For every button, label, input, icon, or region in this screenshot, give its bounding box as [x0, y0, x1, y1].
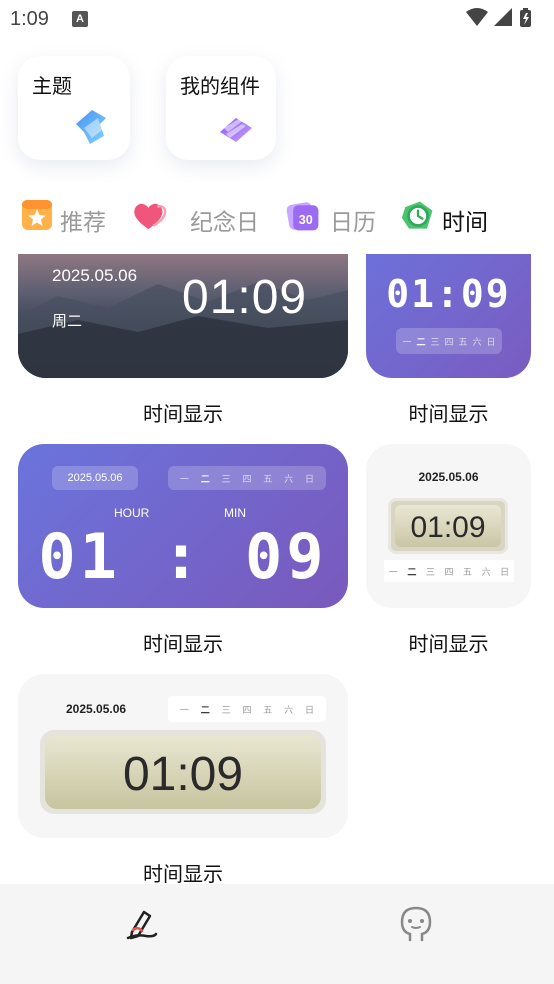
widget-caption: 时间显示 — [408, 632, 489, 656]
my-widgets-card-label: 我的组件 — [180, 74, 260, 98]
weekday-label: 三 — [221, 705, 231, 716]
weekday-label: 四 — [242, 705, 252, 716]
widget-caption: 时间显示 — [143, 862, 223, 884]
my-widgets-card[interactable]: 我的组件 — [166, 56, 276, 160]
widget-time: 01:09 — [182, 271, 308, 324]
category-tab-calendar[interactable]: 30 日历 — [286, 198, 380, 238]
weekday-label: 二 — [200, 474, 210, 485]
weekday-label: 五 — [263, 705, 273, 716]
widget-date: 2025.05.06 — [52, 466, 138, 490]
calendar-icon-number: 30 — [299, 213, 313, 227]
weekday-label: 六 — [472, 337, 482, 348]
widget-date: 2025.05.06 — [418, 470, 479, 484]
category-tab-time[interactable]: 时间 — [400, 198, 494, 238]
clock-icon — [401, 201, 433, 229]
status-bar: 1:09 A — [0, 0, 554, 38]
widget-caption: 时间显示 — [408, 402, 489, 426]
weekday-strip: 一 二 三 四 五 六 日 — [168, 696, 326, 722]
minute-label: MIN — [224, 506, 246, 520]
category-label: 纪念日 — [190, 210, 259, 236]
weekday-label: 二 — [407, 567, 417, 578]
weekday-strip: 一 二 三 四 五 六 日 — [168, 466, 326, 490]
widget-time: 01 : 09 — [38, 520, 328, 593]
hour-label: HOUR — [114, 506, 150, 520]
lcd-display: 01:09 — [388, 498, 508, 554]
widget-date: 2025.05.06 — [66, 702, 127, 716]
weekday-label: 二 — [416, 337, 426, 348]
weekday-label: 六 — [481, 567, 491, 578]
weekday-label: 三 — [221, 474, 231, 485]
weekday-label: 日 — [304, 474, 314, 485]
widget-small-purple-clock[interactable]: 01:09 一 二 三 四 五 六 日 — [366, 254, 531, 378]
weekday-strip: 一 二 三 四 五 六 日 — [396, 328, 502, 354]
widget-caption: 时间显示 — [143, 402, 223, 426]
cellular-signal-icon — [494, 8, 512, 26]
category-tab-recommend[interactable]: 推荐 — [20, 198, 112, 238]
widget-stack-icon — [220, 118, 252, 142]
nav-tab-home[interactable] — [120, 904, 160, 944]
weekday-label: 日 — [500, 567, 510, 578]
battery-icon — [520, 8, 531, 27]
weekday-label: 日 — [486, 337, 496, 348]
weekday-label: 一 — [388, 567, 398, 578]
widget-app-screen: 1:09 A 主题 我的组件 推荐 纪念日 30 日历 时间 2025.05.0… — [0, 0, 554, 984]
widget-wide-lcd-clock[interactable]: 2025.05.06 一 二 三 四 五 六 日 01:09 — [18, 674, 348, 838]
weekday-label: 五 — [263, 474, 273, 485]
widget-weekday: 周二 — [52, 312, 83, 330]
weekday-label: 四 — [444, 337, 454, 348]
widget-caption: 时间显示 — [143, 632, 223, 656]
category-label: 推荐 — [60, 210, 106, 236]
notification-icon: A — [72, 11, 88, 27]
category-label: 时间 — [442, 210, 488, 236]
nav-tab-profile[interactable] — [396, 904, 436, 944]
weekday-label: 一 — [402, 337, 412, 348]
calendar-30-icon: 30 — [286, 202, 319, 231]
category-tab-anniversary[interactable]: 纪念日 — [132, 198, 264, 238]
weekday-label: 六 — [284, 474, 294, 485]
theme-icon — [76, 110, 106, 144]
status-indicators — [464, 6, 544, 30]
widget-small-lcd-clock[interactable]: 2025.05.06 01:09 一 二 三 四 五 六 日 — [366, 444, 531, 608]
weekday-strip: 一 二 三 四 五 六 日 — [384, 560, 514, 582]
theme-card-label: 主题 — [32, 74, 72, 98]
bottom-navigation — [0, 884, 554, 984]
widget-date: 2025.05.06 — [52, 266, 138, 285]
lcd-display: 01:09 — [40, 730, 326, 814]
widget-list[interactable]: 2025.05.06 周二 01:09 时间显示 01:09 一 二 三 四 五… — [0, 254, 554, 884]
widget-time: 01:09 — [386, 272, 511, 316]
weekday-label: 二 — [200, 705, 210, 716]
pen-sign-icon — [126, 910, 158, 940]
star-badge-icon — [22, 200, 52, 230]
weekday-label: 六 — [284, 705, 294, 716]
widget-time: 01:09 — [410, 511, 486, 544]
category-label: 日历 — [330, 210, 376, 236]
weekday-label: 五 — [463, 567, 473, 578]
weekday-label: 一 — [179, 705, 189, 716]
profile-face-icon — [400, 906, 432, 942]
weekday-label: 四 — [242, 474, 252, 485]
widget-large-purple-clock[interactable]: 2025.05.06 一 二 三 四 五 六 日 HOUR MIN 01 : 0… — [18, 444, 348, 608]
weekday-label: 三 — [425, 567, 435, 578]
weekday-label: 五 — [458, 337, 468, 348]
wifi-icon — [466, 8, 488, 26]
heart-icon — [134, 203, 167, 230]
theme-card[interactable]: 主题 — [18, 56, 130, 160]
widget-landscape-clock[interactable]: 2025.05.06 周二 01:09 — [18, 254, 348, 378]
weekday-label: 一 — [179, 474, 189, 485]
status-time: 1:09 — [10, 8, 49, 30]
widget-time: 01:09 — [122, 748, 244, 801]
weekday-label: 三 — [430, 337, 440, 348]
weekday-label: 四 — [444, 567, 454, 578]
weekday-label: 日 — [304, 705, 314, 716]
